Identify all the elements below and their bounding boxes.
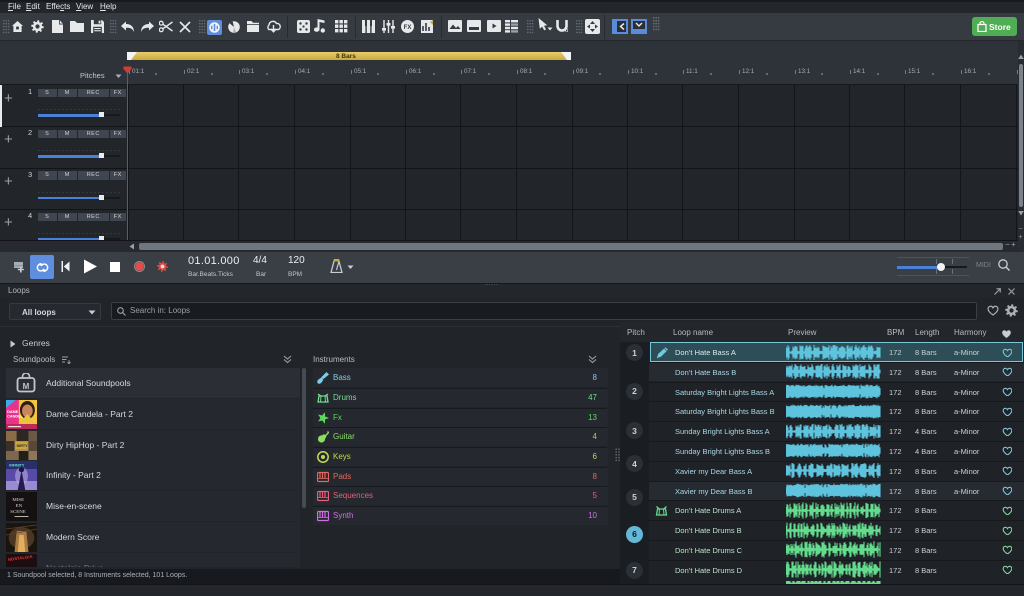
svg-text:M: M	[23, 382, 30, 391]
svg-text:SCENE: SCENE	[10, 510, 26, 515]
svg-text:u: u	[565, 28, 568, 32]
svg-text:MISE: MISE	[12, 498, 24, 503]
svg-text:EN: EN	[16, 504, 23, 509]
svg-text:INFINITY: INFINITY	[9, 463, 25, 467]
svg-text:DIRTY: DIRTY	[17, 444, 29, 448]
svg-text:FX: FX	[404, 25, 412, 31]
svg-text:DAME: DAME	[7, 410, 19, 414]
